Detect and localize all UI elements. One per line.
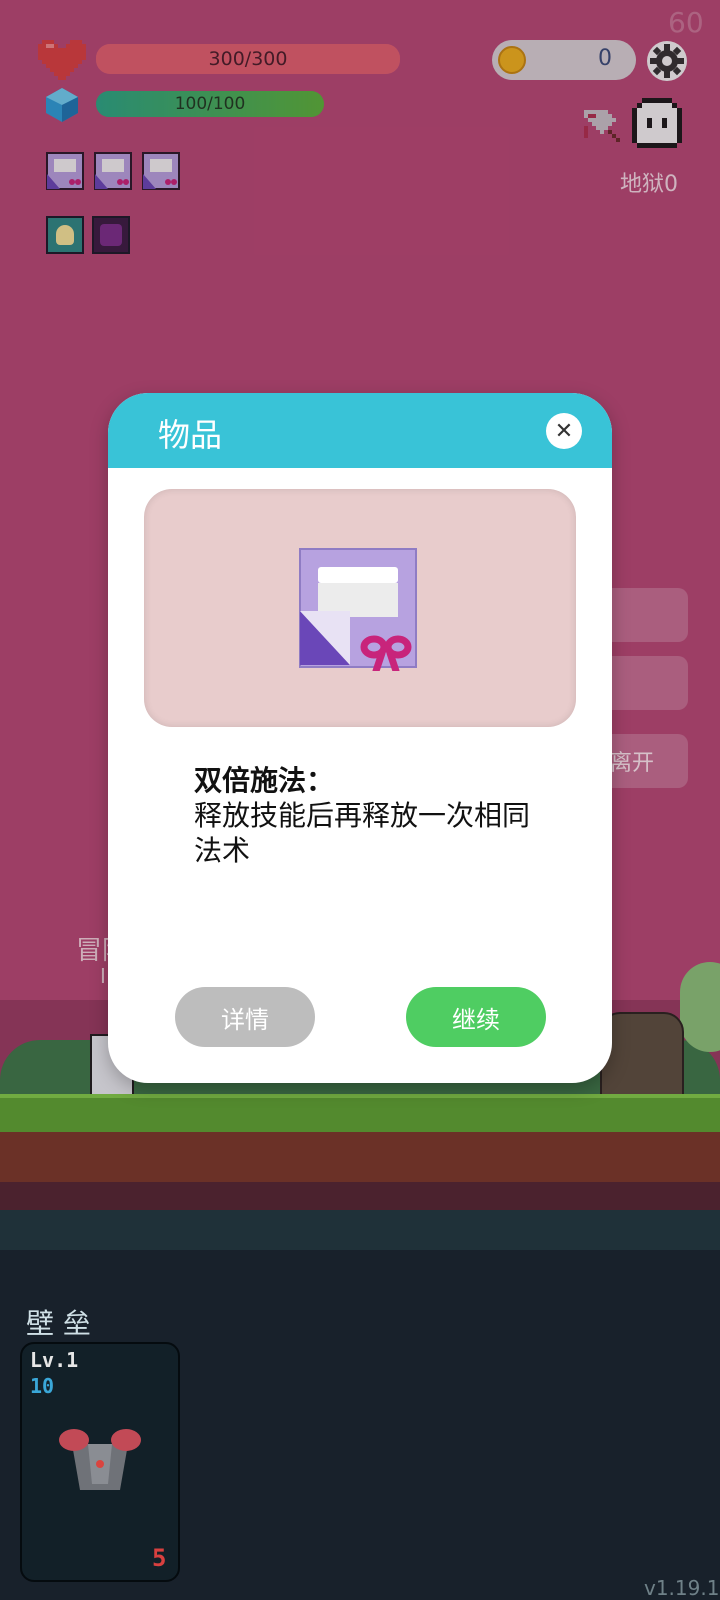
close-icon: ✕ [554,418,574,443]
card-level: Lv.1 [30,1348,79,1372]
double-cast-item-icon [298,547,418,675]
card-stat: 10 [30,1374,55,1398]
item-name: 双倍施法： [194,764,335,797]
close-button[interactable]: ✕ [546,413,582,449]
version-label: v1.19.1 [644,1576,720,1600]
section-title: 壁 垒 [26,1307,91,1340]
dialog-title: 物品 [158,416,223,454]
card-count: 5 [152,1544,167,1572]
continue-button[interactable]: 继续 [406,987,546,1047]
details-button[interactable]: 详情 [175,987,315,1047]
armor-icon [58,1424,142,1500]
item-dialog: 物品 ✕ 双倍施法： 释放技能后再释放一次相同法术 详情 继续 [108,393,612,1083]
skill-card-bulwark[interactable]: Lv.1 10 5 [20,1342,180,1582]
item-preview-panel [144,489,576,727]
item-description: 释放技能后再释放一次相同法术 [194,799,531,867]
item-description-block: 双倍施法： 释放技能后再释放一次相同法术 [194,763,544,868]
